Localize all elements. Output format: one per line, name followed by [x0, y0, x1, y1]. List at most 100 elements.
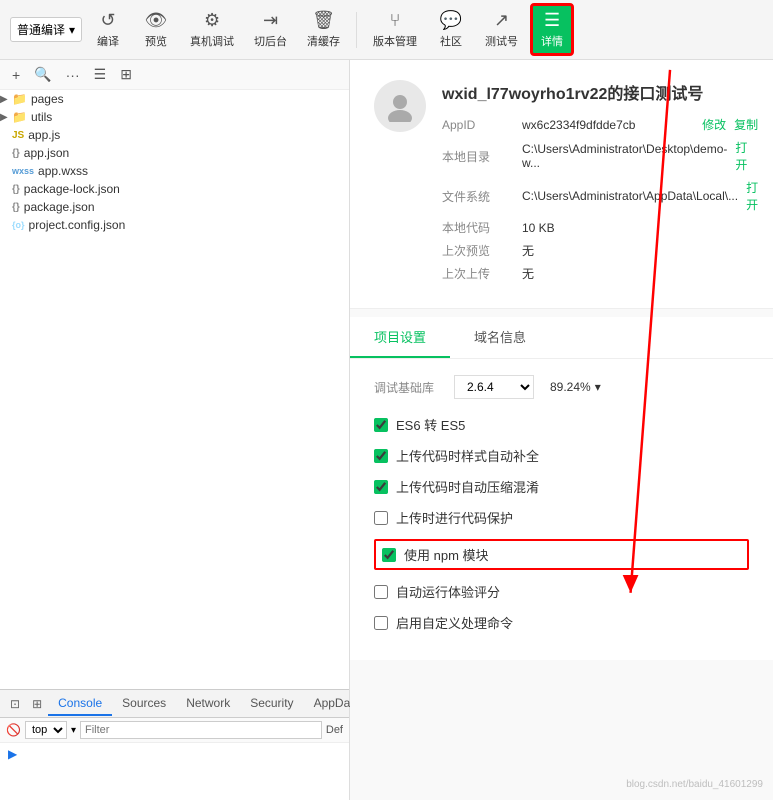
top-select[interactable]: top: [25, 721, 67, 739]
localdir-open-link[interactable]: 打开: [735, 139, 758, 173]
info-row-lastpreview: 上次预览 无: [442, 242, 758, 259]
console-tabs: ⊡ ⊞ Console Sources Network Security App…: [0, 690, 349, 718]
testno-icon: ↗: [494, 10, 509, 31]
checkbox-6[interactable]: [374, 616, 388, 630]
info-row-lastupload: 上次上传 无: [442, 265, 758, 282]
filesystem-label: 文件系统: [442, 188, 522, 205]
clearcache-button[interactable]: 🗑 清缓存: [299, 6, 348, 53]
lastupload-value: 无: [522, 265, 758, 282]
checkbox-label-2: 上传代码时自动压缩混淆: [396, 477, 539, 496]
checkbox-row-2: 上传代码时自动压缩混淆: [374, 477, 749, 496]
checkbox-label-1: 上传代码时样式自动补全: [396, 446, 539, 465]
console-block-icon[interactable]: 🚫: [6, 723, 21, 737]
appid-modify-link[interactable]: 修改: [702, 116, 726, 133]
debug-lib-select[interactable]: 2.6.4: [454, 375, 534, 399]
tab-security[interactable]: Security: [240, 692, 303, 716]
console-area: ⊡ ⊞ Console Sources Network Security App…: [0, 690, 349, 800]
js-icon: JS: [12, 130, 24, 141]
tree-item-packagejson[interactable]: {} package.json: [0, 198, 349, 216]
console-content: ▶: [0, 743, 349, 800]
appid-copy-link[interactable]: 复制: [734, 116, 758, 133]
tab-security-label: Security: [250, 696, 293, 710]
debug-lib-pct: 89.24% ▾: [550, 380, 601, 394]
checkbox-row-6: 启用自定义处理命令: [374, 613, 749, 632]
tab-project-settings[interactable]: 项目设置: [350, 317, 450, 358]
community-button[interactable]: 💬 社区: [429, 6, 473, 53]
def-button[interactable]: Def: [326, 724, 343, 736]
compile-mode-dropdown[interactable]: 普通编译 ▾: [10, 17, 82, 42]
file-tree-area: + 🔍 ··· ☰ ⊞ ▶ 📁 pages ▶ 📁 utils JS app.j…: [0, 60, 349, 690]
tree-item-appjson-label: app.json: [24, 146, 69, 160]
checkbox-label-3: 上传时进行代码保护: [396, 508, 513, 527]
cutback-button[interactable]: ⇥ 切后台: [246, 6, 295, 53]
tab-project-label: 项目设置: [374, 330, 426, 345]
sort-button[interactable]: ☰: [90, 64, 111, 85]
tree-item-projectconfig[interactable]: {o} project.config.json: [0, 216, 349, 234]
tree-item-packagelock-label: package-lock.json: [24, 182, 120, 196]
filesystem-open-link[interactable]: 打开: [746, 179, 758, 213]
console-expand-icon[interactable]: ⊞: [26, 693, 48, 715]
details-icon: ☰: [544, 10, 560, 31]
info-row-appid: AppID wx6c2334f9dfdde7cb 修改 复制: [442, 116, 758, 133]
checkbox-3[interactable]: [374, 511, 388, 525]
testno-button[interactable]: ↗ 测试号: [477, 6, 526, 53]
profile-section: wxid_l77woyrho1rv22的接口测试号 AppID wx6c2334…: [350, 60, 773, 309]
layout-button[interactable]: ⊞: [116, 64, 136, 85]
checkbox-2[interactable]: [374, 480, 388, 494]
tree-item-appjson[interactable]: {} app.json: [0, 144, 349, 162]
pct-dropdown-icon: ▾: [595, 380, 601, 394]
checkbox-label-0: ES6 转 ES5: [396, 415, 465, 434]
realdevice-button[interactable]: ⚙ 真机调试: [182, 6, 242, 53]
tree-item-label-2: utils: [31, 110, 52, 124]
preview-icon: 👁: [145, 10, 168, 31]
checkbox-5[interactable]: [374, 585, 388, 599]
tree-item-packagelockjson[interactable]: {} package-lock.json: [0, 180, 349, 198]
dropdown-arrow-icon: ▾: [69, 23, 75, 37]
profile-info: wxid_l77woyrho1rv22的接口测试号 AppID wx6c2334…: [442, 80, 758, 288]
details-button[interactable]: ☰ 详情: [530, 3, 574, 56]
tab-sources[interactable]: Sources: [112, 692, 176, 716]
avatar: [374, 80, 426, 132]
cutback-icon: ⇥: [263, 10, 278, 31]
tree-item-utils[interactable]: ▶ 📁 utils: [0, 108, 349, 126]
json-icon-3: {}: [12, 202, 20, 213]
right-panel: wxid_l77woyrho1rv22的接口测试号 AppID wx6c2334…: [350, 60, 773, 800]
console-arrow-icon[interactable]: ▶: [8, 747, 17, 761]
avatar-icon: [384, 90, 416, 122]
config-icon: {o}: [12, 220, 25, 230]
console-panel-icon[interactable]: ⊡: [4, 693, 26, 715]
lastpreview-value: 无: [522, 242, 758, 259]
debug-lib-row: 调试基础库 2.6.4 89.24% ▾: [374, 375, 749, 399]
checkbox-label-4: 使用 npm 模块: [404, 545, 489, 564]
preview-button[interactable]: 👁 预览: [134, 6, 178, 53]
info-row-localcode: 本地代码 10 KB: [442, 219, 758, 236]
filter-input[interactable]: [80, 721, 322, 739]
checkbox-4[interactable]: [382, 548, 396, 562]
versions-button[interactable]: ⑂ 版本管理: [365, 6, 425, 53]
tree-item-label: pages: [31, 92, 64, 106]
tab-console[interactable]: Console: [48, 692, 112, 716]
compile-mode-label: 普通编译: [17, 21, 65, 38]
compile-icon: ↺: [101, 10, 116, 31]
appid-label: AppID: [442, 118, 522, 132]
tab-network[interactable]: Network: [176, 692, 240, 716]
checkbox-row-3: 上传时进行代码保护: [374, 508, 749, 527]
checkbox-1[interactable]: [374, 449, 388, 463]
add-file-button[interactable]: +: [8, 65, 24, 85]
checkbox-0[interactable]: [374, 418, 388, 432]
folder-arrow-icon-2: ▶: [0, 112, 12, 123]
tab-domain-info[interactable]: 域名信息: [450, 317, 550, 358]
tree-item-pages[interactable]: ▶ 📁 pages: [0, 90, 349, 108]
search-button[interactable]: 🔍: [30, 64, 55, 85]
left-panel: + 🔍 ··· ☰ ⊞ ▶ 📁 pages ▶ 📁 utils JS app.j…: [0, 60, 350, 800]
tree-item-appjs[interactable]: JS app.js: [0, 126, 349, 144]
separator-1: [356, 12, 357, 48]
json-icon: {}: [12, 148, 20, 159]
compile-button[interactable]: ↺ 编译: [86, 6, 130, 53]
watermark: blog.csdn.net/baidu_41601299: [626, 779, 763, 790]
lastupload-label: 上次上传: [442, 265, 522, 282]
checkbox-row-5: 自动运行体验评分: [374, 582, 749, 601]
filesystem-value: C:\Users\Administrator\AppData\Local\...: [522, 189, 738, 203]
more-button[interactable]: ···: [62, 65, 84, 85]
tree-item-appwxss[interactable]: wxss app.wxss: [0, 162, 349, 180]
